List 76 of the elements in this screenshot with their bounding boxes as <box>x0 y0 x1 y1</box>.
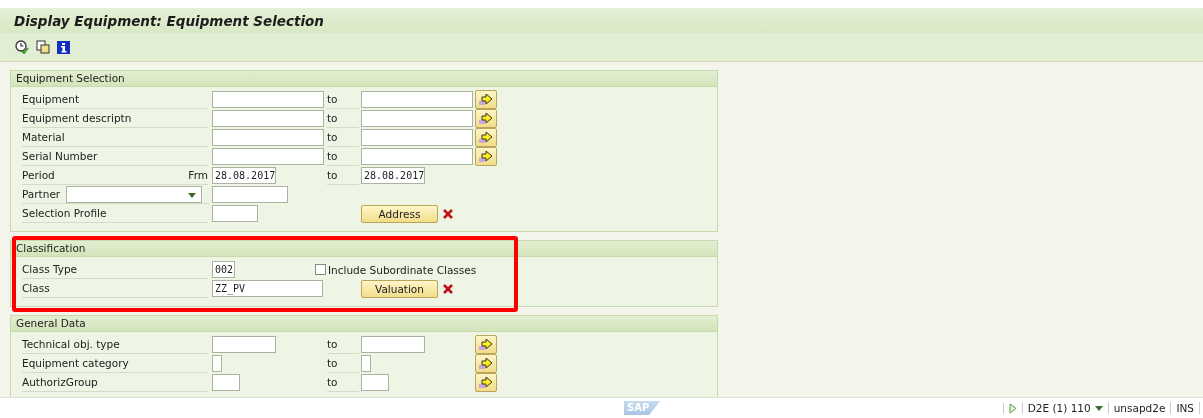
arrow-icon <box>479 338 493 351</box>
field-label: Equipment <box>22 93 79 105</box>
input-field[interactable] <box>361 355 371 372</box>
action-button[interactable]: Address <box>361 204 438 223</box>
play-icon[interactable] <box>1008 402 1017 414</box>
input-field[interactable] <box>212 91 324 108</box>
input-field[interactable]: 28.08.2017 <box>361 167 425 184</box>
input-field[interactable] <box>212 374 240 391</box>
field-label: Equipment category <box>22 357 129 369</box>
checkbox[interactable] <box>315 264 326 275</box>
input-field[interactable] <box>212 205 258 222</box>
multiple-selection-button[interactable] <box>475 147 497 166</box>
system-info: D2E (1) 110 <box>1027 402 1091 414</box>
input-field[interactable]: 002 <box>212 261 235 278</box>
arrow-icon <box>479 357 493 370</box>
input-field[interactable] <box>212 355 222 372</box>
arrow-icon <box>479 112 493 125</box>
field-label: to <box>327 112 338 124</box>
field-label: AuthorizGroup <box>22 376 98 388</box>
field-label: Selection Profile <box>22 207 107 219</box>
field-label: Equipment descriptn <box>22 112 132 124</box>
input-field[interactable] <box>212 336 276 353</box>
delete-icon[interactable] <box>443 208 453 219</box>
arrow-icon <box>479 93 493 106</box>
field-label: Serial Number <box>22 150 98 162</box>
input-field[interactable] <box>361 374 389 391</box>
input-field[interactable] <box>361 129 473 146</box>
field-label: Technical obj. type <box>22 338 120 350</box>
delete-icon[interactable] <box>443 283 453 294</box>
field-label: to <box>327 169 338 181</box>
arrow-icon <box>479 150 493 163</box>
multiple-selection-button[interactable] <box>475 373 497 392</box>
input-field[interactable]: 28.08.2017 <box>212 167 276 184</box>
input-field[interactable] <box>212 148 324 165</box>
multiple-selection-button[interactable] <box>475 354 497 373</box>
multiple-selection-button[interactable] <box>475 90 497 109</box>
copy-icon[interactable] <box>36 40 50 54</box>
field-label: Class <box>22 282 50 294</box>
action-button[interactable]: Valuation <box>361 279 438 298</box>
input-mode: INS <box>1176 402 1194 414</box>
input-field[interactable] <box>361 148 473 165</box>
arrow-icon <box>479 376 493 389</box>
multiple-selection-button[interactable] <box>475 128 497 147</box>
input-field[interactable]: ZZ_PV <box>212 280 323 297</box>
input-field[interactable] <box>361 110 473 127</box>
input-field[interactable] <box>212 110 324 127</box>
multiple-selection-button[interactable] <box>475 335 497 354</box>
input-field[interactable] <box>212 129 324 146</box>
input-field[interactable] <box>361 91 473 108</box>
window-title: Display Equipment: Equipment Selection <box>0 8 1203 33</box>
arrow-icon <box>479 131 493 144</box>
clock-icon[interactable] <box>15 40 29 54</box>
field-label: to <box>327 338 338 350</box>
field-label: to <box>327 376 338 388</box>
field-label: Frm <box>188 169 208 181</box>
field-label: Partner <box>22 188 61 200</box>
caret-icon[interactable] <box>1094 405 1103 411</box>
caret-icon <box>188 192 197 198</box>
field-label: to <box>327 150 338 162</box>
field-label: Material <box>22 131 65 143</box>
field-label: to <box>327 93 338 105</box>
multiple-selection-button[interactable] <box>475 109 497 128</box>
input-field[interactable] <box>212 186 288 203</box>
field-label: to <box>327 131 338 143</box>
field-label: Period <box>22 169 55 181</box>
checkbox-label: Include Subordinate Classes <box>328 263 477 276</box>
section-title: Equipment Selection <box>16 72 125 84</box>
input-field[interactable] <box>361 336 425 353</box>
field-label: to <box>327 357 338 369</box>
section-title: Classification <box>16 242 86 254</box>
dropdown-field[interactable] <box>66 185 203 203</box>
field-label: Class Type <box>22 263 78 275</box>
info-icon[interactable] <box>57 40 70 54</box>
server-name: unsapd2e <box>1113 402 1166 414</box>
logo: SAP <box>624 401 660 415</box>
section-title: General Data <box>16 317 86 329</box>
